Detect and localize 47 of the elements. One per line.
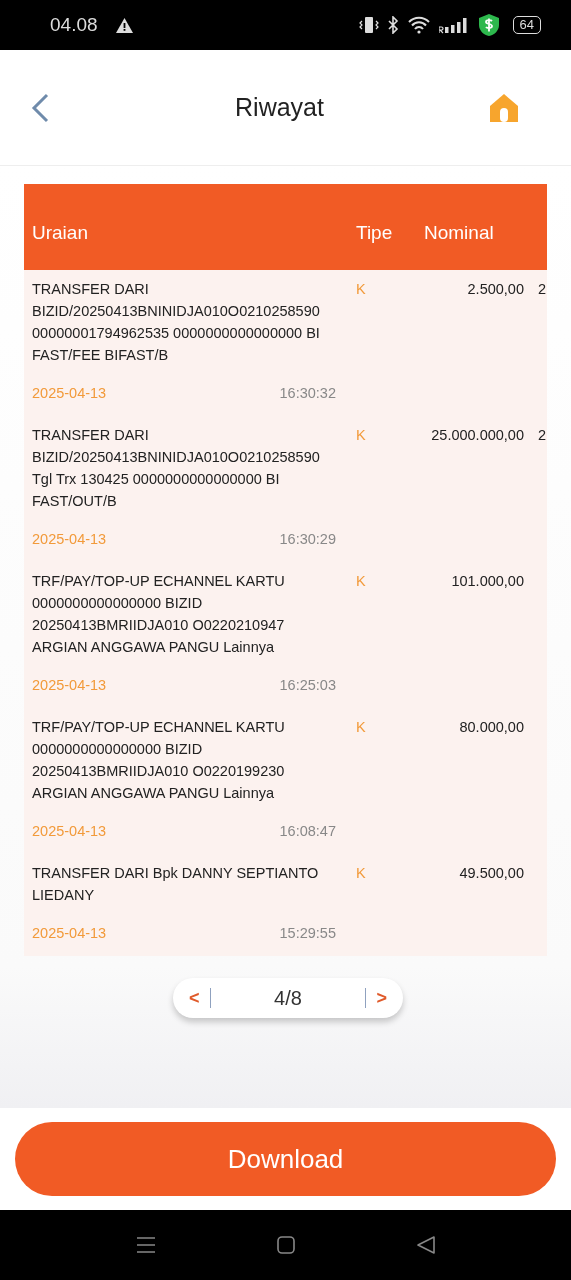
transaction-date: 2025-04-13	[32, 822, 107, 841]
clock: 04.08	[50, 14, 98, 36]
battery-level: 64	[519, 17, 534, 32]
transaction-date: 2025-04-13	[32, 384, 107, 403]
page-title: Riwayat	[235, 93, 324, 122]
transaction-date: 2025-04-13	[32, 924, 107, 943]
menu-icon[interactable]	[135, 1235, 156, 1255]
column-header: Tipe	[355, 222, 394, 244]
transaction-type: K	[356, 719, 366, 735]
table-cell: 2	[538, 427, 547, 443]
transaction-description: TRANSFER DARI Bpk DANNY SEPTIANTO LIEDANY	[32, 864, 320, 905]
transaction-description: TRANSFER DARI BIZID/20250413BNINIDJA010O0210258590 00000001794962535 0000000000000000 BI FAST/FEE BIFAST/B	[32, 280, 321, 365]
column-header: Uraian	[31, 222, 89, 244]
transaction-time: 16:30:29	[279, 530, 336, 549]
back-triangle-icon[interactable]	[415, 1235, 436, 1255]
transaction-type: K	[356, 427, 366, 443]
transaction-amount: 2.500,00	[467, 281, 524, 297]
transaction-type: K	[356, 865, 366, 881]
transaction-time: 15:29:55	[279, 924, 336, 943]
warning-icon	[115, 17, 133, 33]
wifi-icon	[406, 16, 431, 34]
transaction-time: 16:25:03	[279, 676, 336, 695]
transaction-amount: 80.000,00	[459, 719, 524, 735]
table-cell: 2	[538, 281, 547, 297]
transaction-type: K	[356, 573, 366, 589]
vibrate-icon	[358, 16, 379, 34]
home-square-icon[interactable]	[275, 1235, 296, 1255]
back-icon[interactable]	[30, 92, 50, 123]
download-button[interactable]: Download	[15, 1122, 556, 1196]
previous-page-button[interactable]: <	[187, 987, 202, 1009]
transaction-description: TRF/PAY/TOP-UP ECHANNEL KARTU 0000000000000000 BIZID 20250413BMRIIDJA010 O0220210947 ARGIAN ANGGAWA PANGU Lainnya	[32, 572, 286, 657]
home-icon[interactable]	[489, 92, 519, 123]
shield-dollar-icon	[478, 14, 499, 36]
transaction-time: 16:30:32	[279, 384, 336, 403]
next-page-button[interactable]: >	[374, 987, 389, 1009]
transaction-amount: 49.500,00	[459, 865, 524, 881]
transaction-date: 2025-04-13	[32, 676, 107, 695]
transaction-time: 16:08:47	[279, 822, 336, 841]
transaction-amount: 25.000.000,00	[431, 427, 524, 443]
transaction-type: K	[356, 281, 366, 297]
transaction-description: TRF/PAY/TOP-UP ECHANNEL KARTU 0000000000000000 BIZID 20250413BMRIIDJA010 O0220199230 ARGIAN ANGGAWA PANGU Lainnya	[32, 718, 286, 803]
transaction-description: TRANSFER DARI BIZID/20250413BNINIDJA010O0210258590 Tgl Trx 130425 0000000000000000 BI FAST/OUT/B	[32, 426, 321, 511]
bluetooth-icon	[386, 16, 399, 34]
page-indicator: 4/8	[273, 986, 303, 1010]
transaction-date: 2025-04-13	[32, 530, 107, 549]
transaction-amount: 101.000,00	[451, 573, 524, 589]
column-header: Nominal	[423, 222, 495, 244]
